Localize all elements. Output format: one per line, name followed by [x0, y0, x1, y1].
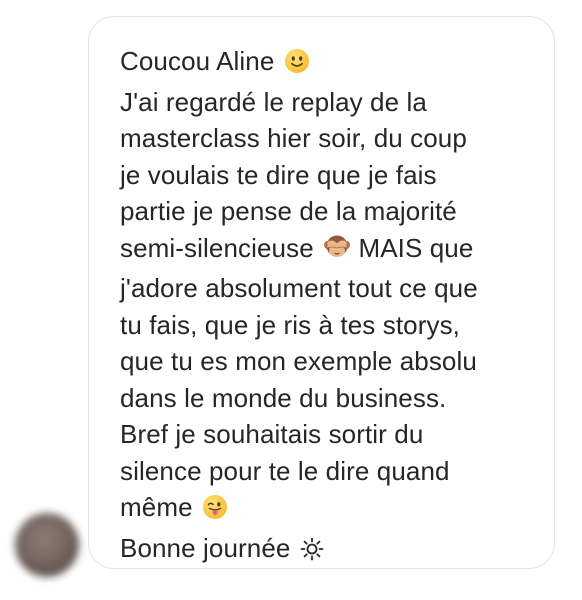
- message-line: Bonne journée: [120, 530, 550, 571]
- message-line: J'ai regardé le replay de la: [120, 86, 427, 117]
- message-line: partie je pense de la majorité: [120, 196, 457, 226]
- avatar[interactable]: [15, 513, 79, 577]
- message-line: que tu es mon exemple absolu: [120, 346, 477, 376]
- message-text: Coucou Aline J'ai regardé le replay de l…: [120, 43, 550, 570]
- message-line: dans le monde du business.: [120, 382, 447, 413]
- message-line: Bref je souhaitais sortir du: [120, 419, 424, 449]
- message-line: masterclass hier soir, du coup: [120, 123, 467, 153]
- message-line: silence pour te le dire quand: [120, 455, 450, 486]
- message-line: je voulais te dire que je fais: [120, 159, 437, 190]
- message-line: même: [120, 489, 550, 530]
- see-no-evil-monkey-emoji: [323, 233, 351, 271]
- message-line: j'adore absolument tout ce que: [120, 273, 478, 303]
- message-line: Coucou Aline: [120, 43, 550, 84]
- slightly-smiling-face-emoji: [284, 47, 310, 84]
- face-with-tongue-emoji: [202, 493, 228, 530]
- sun-emoji: [300, 534, 324, 571]
- message-line: semi-silencieuse MAIS que: [120, 230, 550, 271]
- message-line: tu fais, que je ris à tes storys,: [120, 309, 460, 340]
